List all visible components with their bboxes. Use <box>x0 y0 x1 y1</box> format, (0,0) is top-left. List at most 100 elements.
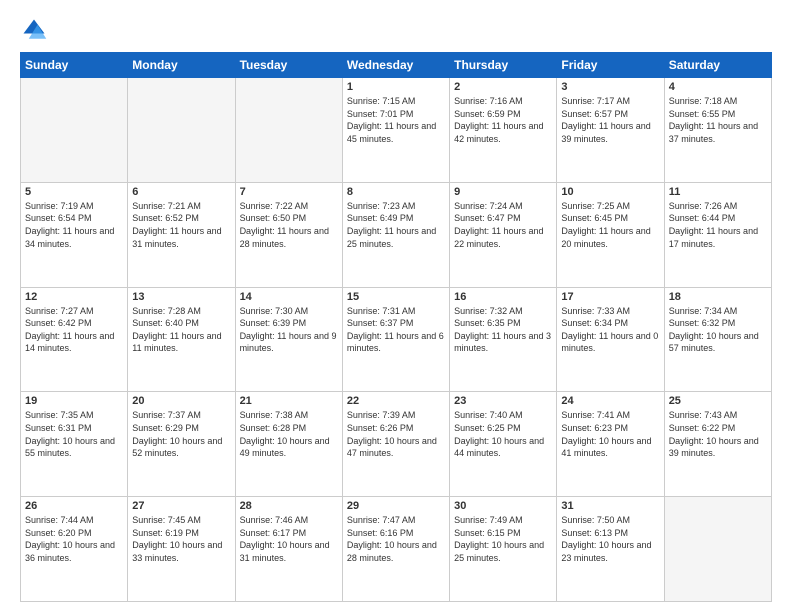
calendar-day: 21 Sunrise: 7:38 AM Sunset: 6:28 PM Dayl… <box>235 392 342 497</box>
calendar-header-saturday: Saturday <box>664 53 771 78</box>
calendar-day: 23 Sunrise: 7:40 AM Sunset: 6:25 PM Dayl… <box>450 392 557 497</box>
calendar-day: 12 Sunrise: 7:27 AM Sunset: 6:42 PM Dayl… <box>21 287 128 392</box>
day-number: 30 <box>454 500 552 512</box>
day-info: Sunrise: 7:40 AM Sunset: 6:25 PM Dayligh… <box>454 409 552 459</box>
calendar-day <box>664 497 771 602</box>
day-info: Sunrise: 7:17 AM Sunset: 6:57 PM Dayligh… <box>561 95 659 145</box>
day-number: 15 <box>347 291 445 303</box>
day-number: 18 <box>669 291 767 303</box>
calendar-day: 26 Sunrise: 7:44 AM Sunset: 6:20 PM Dayl… <box>21 497 128 602</box>
day-info: Sunrise: 7:24 AM Sunset: 6:47 PM Dayligh… <box>454 200 552 250</box>
day-number: 1 <box>347 81 445 93</box>
day-number: 14 <box>240 291 338 303</box>
day-number: 3 <box>561 81 659 93</box>
calendar-day: 7 Sunrise: 7:22 AM Sunset: 6:50 PM Dayli… <box>235 182 342 287</box>
calendar-week-5: 26 Sunrise: 7:44 AM Sunset: 6:20 PM Dayl… <box>21 497 772 602</box>
day-number: 24 <box>561 395 659 407</box>
day-number: 6 <box>132 186 230 198</box>
day-info: Sunrise: 7:23 AM Sunset: 6:49 PM Dayligh… <box>347 200 445 250</box>
day-number: 22 <box>347 395 445 407</box>
day-info: Sunrise: 7:15 AM Sunset: 7:01 PM Dayligh… <box>347 95 445 145</box>
calendar-day: 11 Sunrise: 7:26 AM Sunset: 6:44 PM Dayl… <box>664 182 771 287</box>
day-info: Sunrise: 7:49 AM Sunset: 6:15 PM Dayligh… <box>454 514 552 564</box>
day-info: Sunrise: 7:21 AM Sunset: 6:52 PM Dayligh… <box>132 200 230 250</box>
calendar-day: 28 Sunrise: 7:46 AM Sunset: 6:17 PM Dayl… <box>235 497 342 602</box>
calendar-day: 5 Sunrise: 7:19 AM Sunset: 6:54 PM Dayli… <box>21 182 128 287</box>
calendar-day: 13 Sunrise: 7:28 AM Sunset: 6:40 PM Dayl… <box>128 287 235 392</box>
day-info: Sunrise: 7:44 AM Sunset: 6:20 PM Dayligh… <box>25 514 123 564</box>
day-info: Sunrise: 7:30 AM Sunset: 6:39 PM Dayligh… <box>240 305 338 355</box>
day-number: 25 <box>669 395 767 407</box>
day-info: Sunrise: 7:43 AM Sunset: 6:22 PM Dayligh… <box>669 409 767 459</box>
calendar-header-row: SundayMondayTuesdayWednesdayThursdayFrid… <box>21 53 772 78</box>
calendar-day: 19 Sunrise: 7:35 AM Sunset: 6:31 PM Dayl… <box>21 392 128 497</box>
calendar-day: 10 Sunrise: 7:25 AM Sunset: 6:45 PM Dayl… <box>557 182 664 287</box>
day-info: Sunrise: 7:32 AM Sunset: 6:35 PM Dayligh… <box>454 305 552 355</box>
calendar-day: 24 Sunrise: 7:41 AM Sunset: 6:23 PM Dayl… <box>557 392 664 497</box>
day-number: 20 <box>132 395 230 407</box>
calendar-day: 9 Sunrise: 7:24 AM Sunset: 6:47 PM Dayli… <box>450 182 557 287</box>
calendar-header-sunday: Sunday <box>21 53 128 78</box>
calendar-day: 30 Sunrise: 7:49 AM Sunset: 6:15 PM Dayl… <box>450 497 557 602</box>
day-info: Sunrise: 7:46 AM Sunset: 6:17 PM Dayligh… <box>240 514 338 564</box>
day-number: 16 <box>454 291 552 303</box>
day-info: Sunrise: 7:22 AM Sunset: 6:50 PM Dayligh… <box>240 200 338 250</box>
calendar-week-1: 1 Sunrise: 7:15 AM Sunset: 7:01 PM Dayli… <box>21 78 772 183</box>
day-info: Sunrise: 7:47 AM Sunset: 6:16 PM Dayligh… <box>347 514 445 564</box>
day-number: 9 <box>454 186 552 198</box>
header <box>20 16 772 44</box>
calendar-week-2: 5 Sunrise: 7:19 AM Sunset: 6:54 PM Dayli… <box>21 182 772 287</box>
logo-icon <box>20 16 48 44</box>
day-info: Sunrise: 7:26 AM Sunset: 6:44 PM Dayligh… <box>669 200 767 250</box>
logo <box>20 16 52 44</box>
day-number: 7 <box>240 186 338 198</box>
day-info: Sunrise: 7:39 AM Sunset: 6:26 PM Dayligh… <box>347 409 445 459</box>
calendar-header-thursday: Thursday <box>450 53 557 78</box>
calendar-day: 22 Sunrise: 7:39 AM Sunset: 6:26 PM Dayl… <box>342 392 449 497</box>
calendar-day: 6 Sunrise: 7:21 AM Sunset: 6:52 PM Dayli… <box>128 182 235 287</box>
calendar-week-3: 12 Sunrise: 7:27 AM Sunset: 6:42 PM Dayl… <box>21 287 772 392</box>
day-number: 29 <box>347 500 445 512</box>
calendar-day <box>128 78 235 183</box>
calendar-day: 8 Sunrise: 7:23 AM Sunset: 6:49 PM Dayli… <box>342 182 449 287</box>
calendar-day <box>235 78 342 183</box>
calendar-day: 3 Sunrise: 7:17 AM Sunset: 6:57 PM Dayli… <box>557 78 664 183</box>
calendar-day: 27 Sunrise: 7:45 AM Sunset: 6:19 PM Dayl… <box>128 497 235 602</box>
day-info: Sunrise: 7:45 AM Sunset: 6:19 PM Dayligh… <box>132 514 230 564</box>
day-number: 13 <box>132 291 230 303</box>
calendar-day: 1 Sunrise: 7:15 AM Sunset: 7:01 PM Dayli… <box>342 78 449 183</box>
day-number: 19 <box>25 395 123 407</box>
day-number: 12 <box>25 291 123 303</box>
day-info: Sunrise: 7:34 AM Sunset: 6:32 PM Dayligh… <box>669 305 767 355</box>
calendar-day: 14 Sunrise: 7:30 AM Sunset: 6:39 PM Dayl… <box>235 287 342 392</box>
calendar-table: SundayMondayTuesdayWednesdayThursdayFrid… <box>20 52 772 602</box>
day-info: Sunrise: 7:27 AM Sunset: 6:42 PM Dayligh… <box>25 305 123 355</box>
page: SundayMondayTuesdayWednesdayThursdayFrid… <box>0 0 792 612</box>
day-info: Sunrise: 7:25 AM Sunset: 6:45 PM Dayligh… <box>561 200 659 250</box>
day-number: 27 <box>132 500 230 512</box>
day-number: 31 <box>561 500 659 512</box>
calendar-day: 25 Sunrise: 7:43 AM Sunset: 6:22 PM Dayl… <box>664 392 771 497</box>
calendar-day: 16 Sunrise: 7:32 AM Sunset: 6:35 PM Dayl… <box>450 287 557 392</box>
day-info: Sunrise: 7:35 AM Sunset: 6:31 PM Dayligh… <box>25 409 123 459</box>
calendar-day: 17 Sunrise: 7:33 AM Sunset: 6:34 PM Dayl… <box>557 287 664 392</box>
calendar-week-4: 19 Sunrise: 7:35 AM Sunset: 6:31 PM Dayl… <box>21 392 772 497</box>
day-info: Sunrise: 7:31 AM Sunset: 6:37 PM Dayligh… <box>347 305 445 355</box>
day-number: 21 <box>240 395 338 407</box>
day-number: 5 <box>25 186 123 198</box>
calendar-day: 4 Sunrise: 7:18 AM Sunset: 6:55 PM Dayli… <box>664 78 771 183</box>
day-info: Sunrise: 7:41 AM Sunset: 6:23 PM Dayligh… <box>561 409 659 459</box>
calendar-day: 18 Sunrise: 7:34 AM Sunset: 6:32 PM Dayl… <box>664 287 771 392</box>
day-number: 8 <box>347 186 445 198</box>
calendar-header-wednesday: Wednesday <box>342 53 449 78</box>
day-number: 28 <box>240 500 338 512</box>
day-number: 26 <box>25 500 123 512</box>
calendar-header-monday: Monday <box>128 53 235 78</box>
calendar-day: 29 Sunrise: 7:47 AM Sunset: 6:16 PM Dayl… <box>342 497 449 602</box>
day-number: 17 <box>561 291 659 303</box>
day-info: Sunrise: 7:18 AM Sunset: 6:55 PM Dayligh… <box>669 95 767 145</box>
calendar-day <box>21 78 128 183</box>
day-info: Sunrise: 7:16 AM Sunset: 6:59 PM Dayligh… <box>454 95 552 145</box>
day-number: 10 <box>561 186 659 198</box>
calendar-day: 15 Sunrise: 7:31 AM Sunset: 6:37 PM Dayl… <box>342 287 449 392</box>
